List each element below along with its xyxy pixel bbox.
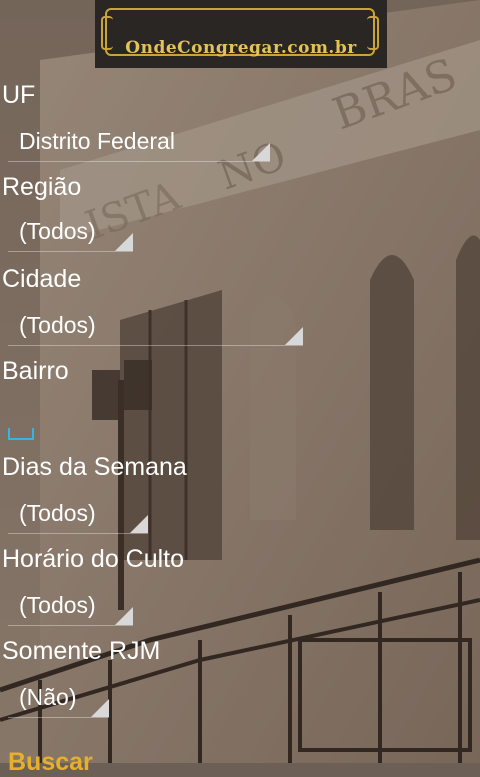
dias-value: (Todos) (19, 500, 96, 526)
bairro-input[interactable] (8, 428, 34, 440)
rjm-dropdown[interactable]: (Não) (8, 680, 109, 718)
regiao-dropdown[interactable]: (Todos) (8, 214, 133, 252)
dropdown-arrow-icon (115, 233, 133, 251)
cidade-dropdown[interactable]: (Todos) (8, 308, 303, 346)
horario-label: Horário do Culto (2, 545, 185, 573)
bairro-label: Bairro (2, 357, 69, 385)
uf-dropdown[interactable]: Distrito Federal (8, 124, 270, 162)
dias-label: Dias da Semana (2, 453, 187, 481)
rjm-label: Somente RJM (2, 637, 161, 665)
dropdown-arrow-icon (252, 143, 270, 161)
uf-value: Distrito Federal (19, 128, 175, 154)
dropdown-arrow-icon (115, 607, 133, 625)
dias-dropdown[interactable]: (Todos) (8, 496, 148, 534)
dropdown-arrow-icon (91, 699, 109, 717)
dropdown-arrow-icon (130, 515, 148, 533)
regiao-value: (Todos) (19, 218, 96, 244)
horario-value: (Todos) (19, 592, 96, 618)
cidade-label: Cidade (2, 265, 82, 293)
uf-label: UF (2, 81, 36, 109)
app-header-banner: OndeCongregar.com.br (95, 0, 387, 68)
cidade-value: (Todos) (19, 312, 96, 338)
site-title: OndeCongregar.com.br (125, 38, 357, 58)
rjm-value: (Não) (19, 684, 77, 710)
horario-dropdown[interactable]: (Todos) (8, 588, 133, 626)
regiao-label: Região (2, 173, 82, 201)
dropdown-arrow-icon (285, 327, 303, 345)
